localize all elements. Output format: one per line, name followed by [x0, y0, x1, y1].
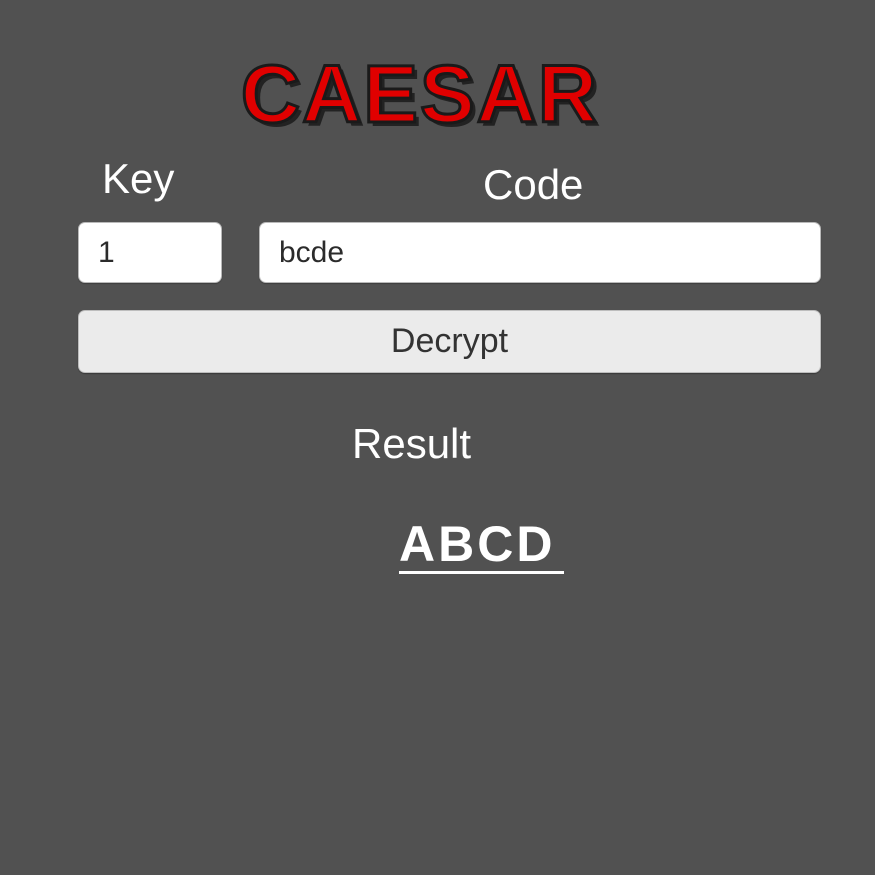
result-underline	[399, 571, 564, 574]
decrypt-button[interactable]: Decrypt	[78, 310, 821, 373]
key-input[interactable]	[78, 222, 222, 283]
result-label: Result	[352, 420, 472, 467]
key-label: Key	[102, 155, 175, 202]
app-title: CAESAR	[239, 49, 600, 140]
code-input[interactable]	[259, 222, 821, 283]
result-value: ABCD	[399, 516, 556, 572]
code-label: Code	[483, 161, 584, 208]
